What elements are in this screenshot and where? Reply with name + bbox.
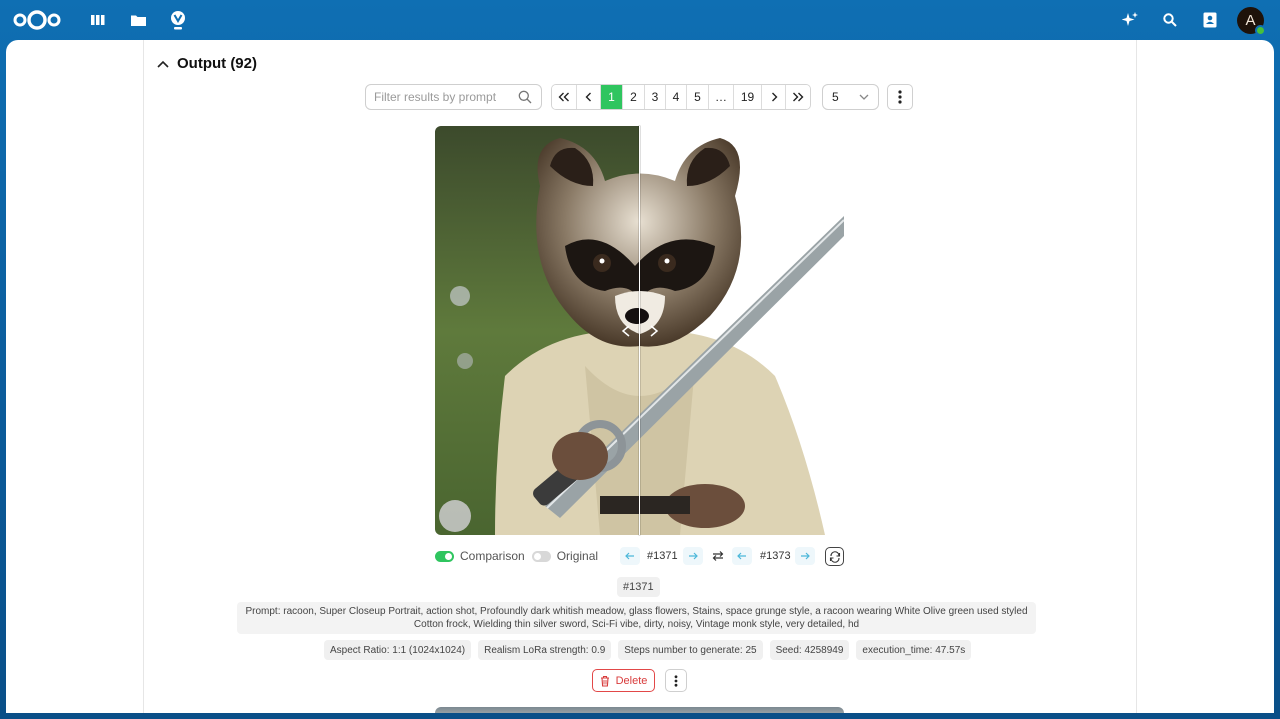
left-image-id: #1371 (647, 550, 678, 562)
filter-field[interactable] (365, 84, 542, 110)
filter-input[interactable] (374, 90, 514, 104)
swap-icon[interactable] (712, 549, 724, 567)
contacts-icon[interactable] (1200, 10, 1220, 30)
result-more-button[interactable] (665, 669, 687, 692)
first-page-button[interactable] (552, 85, 577, 109)
refresh-comparison-button[interactable] (825, 547, 844, 566)
comparison-label: Comparison (460, 549, 525, 563)
output-section-header[interactable]: Output (92) (157, 55, 257, 72)
comparison-toggle-row: Comparison Original (435, 548, 598, 564)
right-image-id: #1373 (760, 550, 791, 562)
comparison-divider-handle[interactable] (639, 126, 640, 535)
right-prev-button[interactable] (732, 547, 752, 565)
chevron-up-icon (157, 60, 169, 68)
parameter-tags: Aspect Ratio: 1:1 (1024x1024) Realism Lo… (324, 640, 972, 660)
chevron-down-icon (859, 94, 869, 100)
dashboard-icon[interactable] (88, 10, 108, 30)
status-dot (1255, 25, 1266, 36)
comparison-switch[interactable] (435, 550, 454, 562)
result-id-badge: #1371 (617, 577, 660, 597)
arrow-left-icon (737, 552, 746, 560)
visionatrix-icon[interactable] (168, 10, 188, 30)
parameter-tag: Seed: 4258949 (769, 640, 850, 660)
dots-vertical-icon (898, 90, 902, 104)
original-switch[interactable] (531, 550, 551, 562)
app-content: Output (92) 1 2 3 4 5 … 19 (6, 40, 1274, 713)
page-ellipsis: … (709, 85, 734, 109)
double-chevron-right-icon (793, 92, 804, 102)
trash-icon (600, 675, 609, 687)
assistant-icon[interactable] (1120, 10, 1140, 30)
prompt-text: Prompt: racoon, Super Closeup Portrait, … (237, 602, 1036, 634)
last-page-button[interactable] (786, 85, 810, 109)
delete-label: Delete (615, 674, 648, 687)
search-icon[interactable] (1160, 10, 1180, 30)
parameter-tag: Aspect Ratio: 1:1 (1024x1024) (324, 640, 472, 660)
next-page-button[interactable] (762, 85, 786, 109)
parameter-tag: Realism LoRa strength: 0.9 (478, 640, 612, 660)
nextcloud-logo-icon[interactable] (12, 8, 62, 32)
refresh-icon (829, 550, 840, 563)
left-next-button[interactable] (683, 547, 703, 565)
per-page-value: 5 (832, 90, 839, 104)
double-chevron-left-icon (558, 92, 569, 102)
page-button[interactable]: 4 (666, 85, 687, 109)
parameter-tag: Steps number to generate: 25 (618, 640, 763, 660)
page-button[interactable]: 3 (645, 85, 666, 109)
left-prev-button[interactable] (620, 547, 640, 565)
prev-page-button[interactable] (577, 85, 601, 109)
arrow-left-icon (625, 552, 634, 560)
next-result-image[interactable] (435, 707, 844, 713)
page-button[interactable]: 5 (687, 85, 709, 109)
chevron-left-icon (585, 92, 591, 102)
page-button[interactable]: 19 (734, 85, 762, 109)
delete-button[interactable]: Delete (592, 669, 655, 692)
right-next-button[interactable] (795, 547, 815, 565)
parameter-tag: execution_time: 47.57s (856, 640, 972, 660)
dots-vertical-icon (674, 674, 678, 687)
pagination: 1 2 3 4 5 … 19 (551, 84, 811, 110)
page-button[interactable]: 2 (623, 85, 645, 109)
original-label: Original (556, 549, 599, 563)
arrow-right-icon (689, 552, 698, 560)
top-bar: A (0, 0, 1280, 40)
section-title: Output (92) (177, 55, 257, 72)
search-icon (518, 90, 532, 104)
page-button[interactable]: 1 (601, 85, 623, 109)
per-page-select[interactable]: 5 (822, 84, 879, 110)
more-options-button[interactable] (887, 84, 913, 110)
files-icon[interactable] (128, 10, 148, 30)
arrow-right-icon (801, 552, 810, 560)
chevron-right-icon (771, 92, 777, 102)
